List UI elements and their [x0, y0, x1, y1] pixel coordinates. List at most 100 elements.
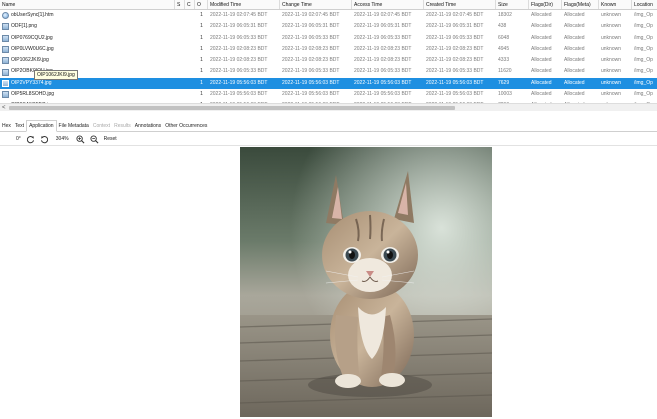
- tab-text[interactable]: Text: [13, 121, 26, 131]
- cell-c: [185, 33, 195, 44]
- cell-s: [175, 55, 185, 66]
- reset-button[interactable]: Reset: [104, 136, 117, 142]
- cell-c: [185, 21, 195, 32]
- column-header-known[interactable]: Known: [599, 0, 632, 9]
- cell-created-time: 2022-11-19 06:05:33 BDT: [426, 34, 484, 41]
- rotate-right-icon[interactable]: [40, 135, 49, 144]
- cell-access-time: 2022-11-19 05:56:03 BDT: [354, 91, 412, 98]
- rotate-left-icon[interactable]: [26, 135, 35, 144]
- image-file-icon: [2, 23, 9, 31]
- cell-o: 1: [200, 34, 203, 41]
- cell-location: /img_Op: [634, 68, 653, 75]
- cell-c: [185, 10, 195, 21]
- cell-location: /img_Op: [634, 12, 653, 18]
- cell-s: [175, 10, 185, 21]
- column-header-location[interactable]: Location: [632, 0, 657, 9]
- table-row[interactable]: ODF[1].png 1 2022-11-19 06:05:31 BDT 2022-1…: [0, 21, 657, 32]
- column-header-o[interactable]: O: [195, 0, 208, 9]
- table-header: Name S C O Modified Time Change Time Acc…: [0, 0, 657, 10]
- cell-access-time: 2022-11-19 02:07:45 BDT: [354, 12, 412, 18]
- web-file-icon: [2, 12, 9, 20]
- tab-hex[interactable]: Hex: [0, 121, 13, 131]
- image-file-icon: [2, 68, 9, 76]
- cell-known: unknown: [601, 12, 622, 18]
- cell-location: /img_Op: [634, 23, 653, 30]
- column-header-change-time[interactable]: Change Time: [280, 0, 352, 9]
- tab-other-occurrences[interactable]: Other Occurrences: [163, 121, 209, 131]
- cell-known: unknown: [601, 57, 622, 64]
- file-name: OIP0769CQU2.jpg: [0, 33, 175, 44]
- scrollbar-thumb[interactable]: [9, 106, 455, 110]
- cell-created-time: 2022-11-19 06:05:33 BDT: [426, 68, 484, 75]
- column-header-name[interactable]: Name: [0, 0, 175, 9]
- tab-results: Results: [114, 123, 131, 129]
- column-header-modified-time[interactable]: Modified Time: [208, 0, 280, 9]
- table-row[interactable]: OIP0769CQU2.jpg 1 2022-11-19 06:05:33 BDT 2…: [0, 33, 657, 44]
- cell-change-time: 2022-11-19 06:05:33 BDT: [282, 68, 340, 75]
- cell-flags-meta: Allocated: [564, 91, 585, 98]
- file-name-text: OIP1062JKI9.jpg: [11, 57, 49, 64]
- cell-change-time: 2022-11-19 02:07:45 BDT: [282, 12, 340, 18]
- cell-location: /img_Op: [634, 34, 653, 41]
- tab-annotations[interactable]: Annotations: [133, 121, 163, 131]
- table-body: obUserSync[1].htm 1 2022-11-19 02:07:45 BD…: [0, 10, 657, 106]
- image-toolbar: 0° 304% Reset: [0, 133, 657, 146]
- image-file-icon: [2, 57, 9, 65]
- cell-o: 1: [200, 91, 203, 98]
- column-header-c[interactable]: C: [185, 0, 195, 9]
- cell-access-time: 2022-11-19 02:08:23 BDT: [354, 57, 412, 64]
- table-row[interactable]: obUserSync[1].htm 1 2022-11-19 02:07:45 BD…: [0, 10, 657, 21]
- tab-file-metadata[interactable]: File Metadata: [57, 121, 91, 131]
- cell-created-time: 2022-11-19 05:56:03 BDT: [426, 91, 484, 98]
- cell-s: [175, 89, 185, 100]
- zoom-in-icon[interactable]: [76, 134, 85, 144]
- table-row[interactable]: OIP2OBK0IOU.jpg 1 2022-11-19 06:05:33 BDT 2…: [0, 66, 657, 77]
- table-row[interactable]: OIP0LVW0U6C.jpg 1 2022-11-19 02:08:23 BDT 2…: [0, 44, 657, 55]
- cell-flags-dir: Allocated: [531, 57, 552, 64]
- file-name: OIP5RL8SOHD.jpg: [0, 89, 175, 100]
- cell-change-time: 2022-11-19 05:56:03 BDT: [282, 91, 340, 98]
- column-header-created-time[interactable]: Created Time: [424, 0, 496, 9]
- horizontal-scrollbar[interactable]: <: [0, 103, 657, 111]
- file-name: OIP2OBK0IOU.jpg: [0, 66, 175, 77]
- scroll-left-arrow[interactable]: <: [2, 104, 6, 112]
- column-header-s[interactable]: S: [175, 0, 185, 9]
- cell-known: unknown: [601, 23, 622, 30]
- file-name: obUserSync[1].htm: [0, 10, 175, 21]
- file-name: OIP1062JKI9.jpg: [0, 55, 175, 66]
- cell-change-time: 2022-11-19 02:08:23 BDT: [282, 45, 340, 52]
- image-file-icon: [2, 91, 9, 99]
- cell-o: 1: [200, 68, 203, 75]
- table-row[interactable]: OIP1062JKI9.jpg 1 2022-11-19 02:08:23 BDT 2…: [0, 55, 657, 66]
- cell-s: [175, 21, 185, 32]
- cell-flags-dir: Allocated: [531, 68, 552, 75]
- cell-flags-dir: Allocated: [531, 23, 552, 30]
- file-name: OIP0LVW0U6C.jpg: [0, 44, 175, 55]
- column-header-flags-dir[interactable]: Flags(Dir): [529, 0, 562, 9]
- file-name-text: ODF[1].png: [11, 23, 37, 30]
- file-table[interactable]: Name S C O Modified Time Change Time Acc…: [0, 0, 657, 107]
- cell-modified-time: 2022-11-19 06:05:33 BDT: [210, 68, 268, 75]
- cell-flags-meta: Allocated: [564, 23, 585, 30]
- cell-flags-dir: Allocated: [531, 34, 552, 41]
- kitten-photo: [240, 147, 492, 417]
- tab-application[interactable]: Application: [26, 120, 57, 132]
- cell-modified-time: 2022-11-19 06:05:33 BDT: [210, 34, 268, 41]
- cell-location: /img_Op: [634, 57, 653, 64]
- column-header-size[interactable]: Size: [496, 0, 529, 9]
- cell-created-time: 2022-11-19 02:08:23 BDT: [426, 45, 484, 52]
- file-name-text: obUserSync[1].htm: [11, 12, 54, 18]
- file-name-text: OIP0769CQU2.jpg: [11, 34, 53, 41]
- cell-o: 1: [200, 23, 203, 30]
- column-header-flags-meta[interactable]: Flags(Meta): [562, 0, 599, 9]
- table-row[interactable]: OIP2VPY3374.jpg 1 2022-11-19 05:56:03 BDT 2…: [0, 77, 657, 90]
- cell-c: [185, 89, 195, 100]
- cell-change-time: 2022-11-19 05:56:03 BDT: [282, 79, 340, 86]
- cell-location: /img_Op: [634, 91, 653, 98]
- cell-c: [185, 55, 195, 66]
- zoom-out-icon[interactable]: [90, 134, 99, 144]
- column-header-access-time[interactable]: Access Time: [352, 0, 424, 9]
- cell-c: [185, 66, 195, 77]
- cell-modified-time: 2022-11-19 02:08:23 BDT: [210, 57, 268, 64]
- table-row[interactable]: OIP5RL8SOHD.jpg 1 2022-11-19 05:56:03 BDT 2…: [0, 89, 657, 100]
